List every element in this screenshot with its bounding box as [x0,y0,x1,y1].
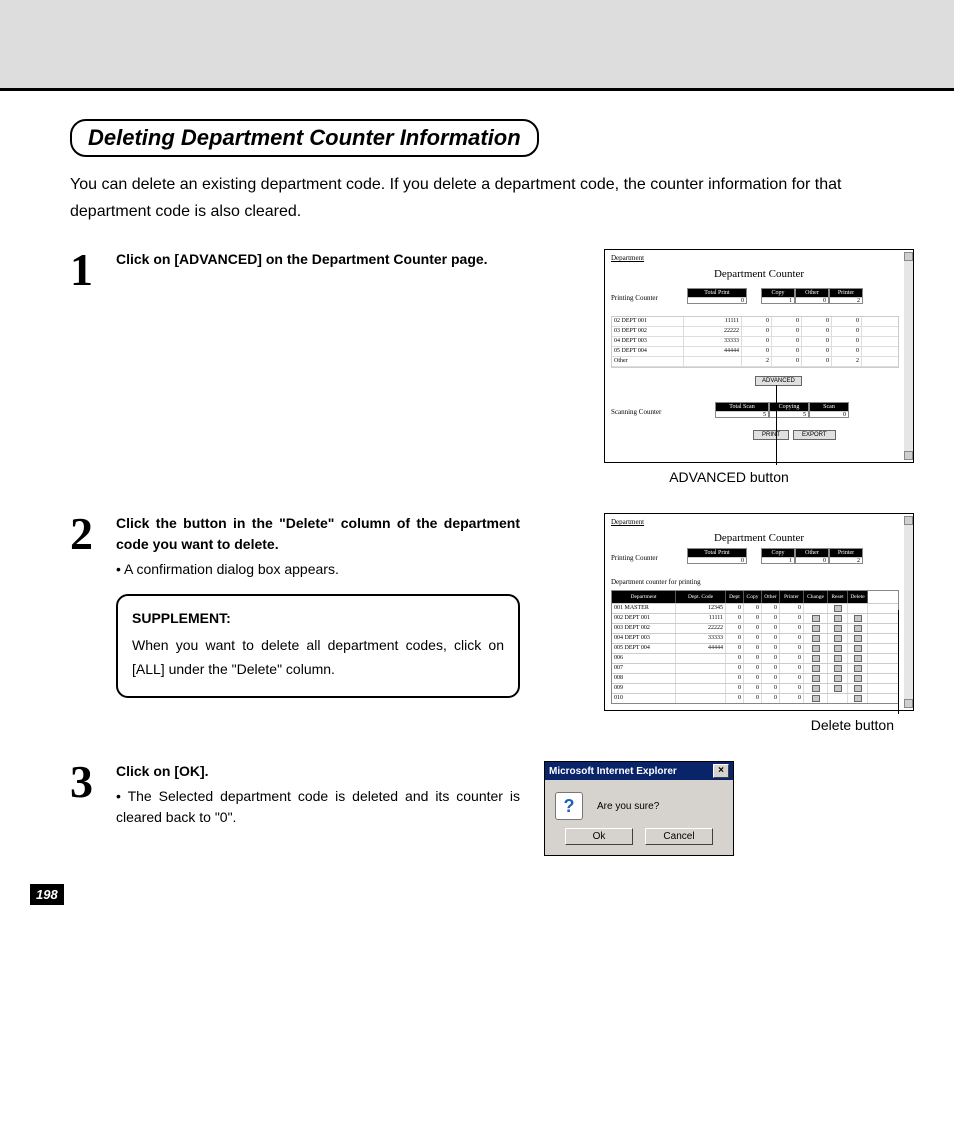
reset-button[interactable] [828,664,848,673]
dept-rows: 02 DEPT 00111111000003 DEPT 002222220000… [611,316,899,368]
ok-button[interactable]: Ok [565,828,633,845]
question-icon: ? [555,792,583,820]
delete-button[interactable] [848,634,868,643]
header-band [0,0,954,88]
table-row: 005 DEPT 004444440000 [612,643,898,653]
table-row: 003 DEPT 002222220000 [612,623,898,633]
dialog-title: Microsoft Internet Explorer [549,766,677,777]
print-summary-row: Total Print0 Copy1 Other0 Printer2 [687,288,863,304]
reset-button[interactable] [828,654,848,663]
screenshot-title: Department Counter [714,532,804,544]
delete-button[interactable] [848,624,868,633]
table-row: 001 MASTER123450000 [612,603,898,613]
delete-button[interactable] [848,644,868,653]
step-instruction: Click on [ADVANCED] on the Department Co… [116,249,488,270]
callout-line [898,610,899,714]
table-row: 0100000 [612,693,898,703]
advanced-button[interactable]: ADVANCED [755,376,802,386]
screenshot-title: Department Counter [714,268,804,280]
advanced-caption: ADVANCED button [494,469,914,485]
table-row: Other2002 [612,357,898,367]
reset-button[interactable] [828,674,848,683]
screenshot-dept-counter: Department Department Counter Printing C… [604,249,914,463]
close-icon[interactable]: × [713,764,729,778]
scrollbar[interactable] [904,252,913,460]
table-row: 05 DEPT 004444440000 [612,347,898,357]
table-row: 004 DEPT 003333330000 [612,633,898,643]
intro-text: You can delete an existing department co… [70,171,914,225]
dialog-titlebar: Microsoft Internet Explorer × [545,762,733,780]
step-1: 1 Click on [ADVANCED] on the Department … [70,249,914,485]
change-button[interactable] [804,614,828,623]
step-instruction: Click the button in the "Delete" column … [116,513,520,555]
reset-button[interactable] [828,614,848,623]
step-number: 2 [70,513,112,698]
table-row: 002 DEPT 001111110000 [612,613,898,623]
delete-button[interactable] [848,674,868,683]
step-instruction: Click on [OK]. [116,761,520,782]
table-row: 02 DEPT 001111110000 [612,317,898,327]
print-button[interactable]: PRINT [753,430,789,440]
supplement-box: SUPPLEMENT: When you want to delete all … [116,594,520,698]
step-number: 3 [70,761,112,828]
delete-button[interactable] [848,684,868,693]
change-button[interactable] [804,644,828,653]
table-row: 03 DEPT 002222220000 [612,327,898,337]
change-button[interactable] [804,654,828,663]
page-number: 198 [30,884,64,905]
table-row: 0090000 [612,683,898,693]
section-title: Deleting Department Counter Information [70,119,539,157]
step-number: 1 [70,249,112,290]
scan-summary-row: Total Scan5 Copying5 Scan0 [715,402,849,418]
dept-table: DepartmentDept. CodeDept TotalCopyOtherP… [611,590,899,704]
reset-button[interactable] [828,684,848,693]
step-sub: The Selected department code is deleted … [116,786,520,828]
scrollbar[interactable] [904,516,913,708]
change-button[interactable] [804,634,828,643]
change-button[interactable] [804,624,828,633]
supplement-title: SUPPLEMENT: [132,606,504,631]
change-button[interactable] [804,694,828,703]
step-3: 3 Click on [OK]. The Selected department… [70,761,914,856]
printing-counter-label: Printing Counter [611,294,658,302]
department-tab[interactable]: Department [611,254,644,262]
delete-button[interactable] [848,654,868,663]
table-row: 0080000 [612,673,898,683]
callout-line [776,385,777,465]
delete-button[interactable] [848,664,868,673]
table-row: 0070000 [612,663,898,673]
change-button[interactable] [804,664,828,673]
delete-button[interactable] [848,614,868,623]
scanning-counter-label: Scanning Counter [611,408,661,416]
reset-button[interactable] [828,634,848,643]
printing-counter-label: Printing Counter [611,554,658,562]
dept-counter-sub: Department counter for printing [611,578,701,586]
table-row: 04 DEPT 003333330000 [612,337,898,347]
step-sub: A confirmation dialog box appears. [116,559,520,580]
export-button[interactable]: EXPORT [793,430,836,440]
confirm-dialog: Microsoft Internet Explorer × ? Are you … [544,761,734,856]
print-summary-row: Total Print0 Copy1 Other0 Printer2 [687,548,863,564]
table-row: 0060000 [612,653,898,663]
change-button[interactable] [804,674,828,683]
cancel-button[interactable]: Cancel [645,828,713,845]
step-2: 2 Click the button in the "Delete" colum… [70,513,914,733]
reset-button[interactable] [828,644,848,653]
delete-caption: Delete button [524,717,914,733]
department-tab[interactable]: Department [611,518,644,526]
dialog-message: Are you sure? [597,801,659,812]
reset-button[interactable] [828,604,848,613]
supplement-text: When you want to delete all department c… [132,633,504,682]
delete-button[interactable] [848,694,868,703]
screenshot-dept-counter-advanced: Department Department Counter Printing C… [604,513,914,711]
change-button[interactable] [804,684,828,693]
reset-button[interactable] [828,624,848,633]
